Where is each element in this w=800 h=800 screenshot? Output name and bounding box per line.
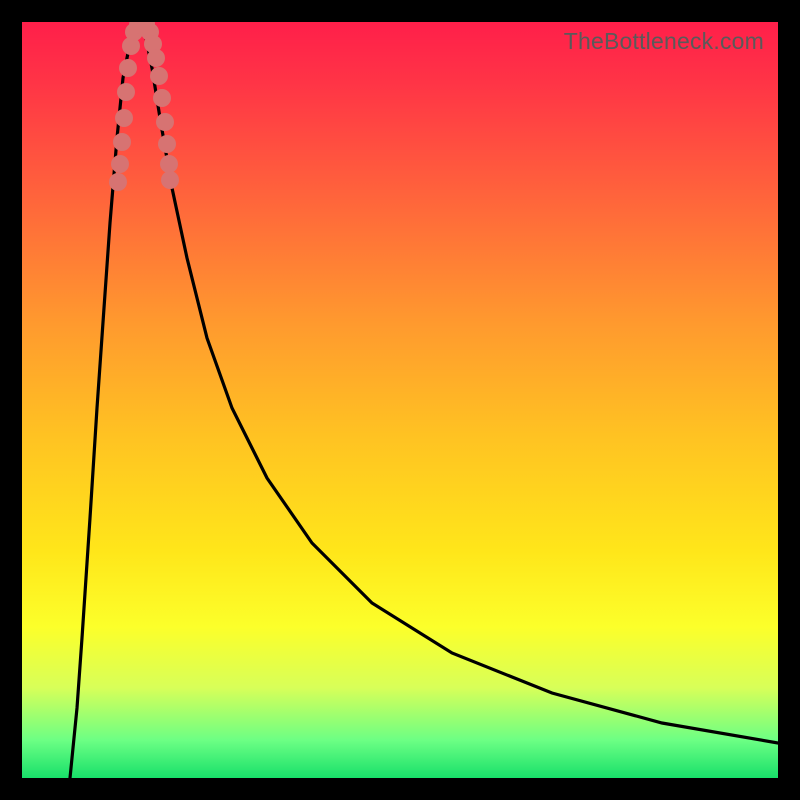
data-point [161,171,179,189]
data-point [147,49,165,67]
data-point [115,109,133,127]
data-point [113,133,131,151]
data-point [109,173,127,191]
chart-frame: TheBottleneck.com [0,0,800,800]
plot-area: TheBottleneck.com [22,22,778,778]
chart-svg [22,22,778,778]
data-point [160,155,178,173]
data-point [158,135,176,153]
curve-right [142,22,778,743]
data-point [117,83,135,101]
data-point [111,155,129,173]
data-point [153,89,171,107]
data-point [119,59,137,77]
data-point [156,113,174,131]
data-point [150,67,168,85]
